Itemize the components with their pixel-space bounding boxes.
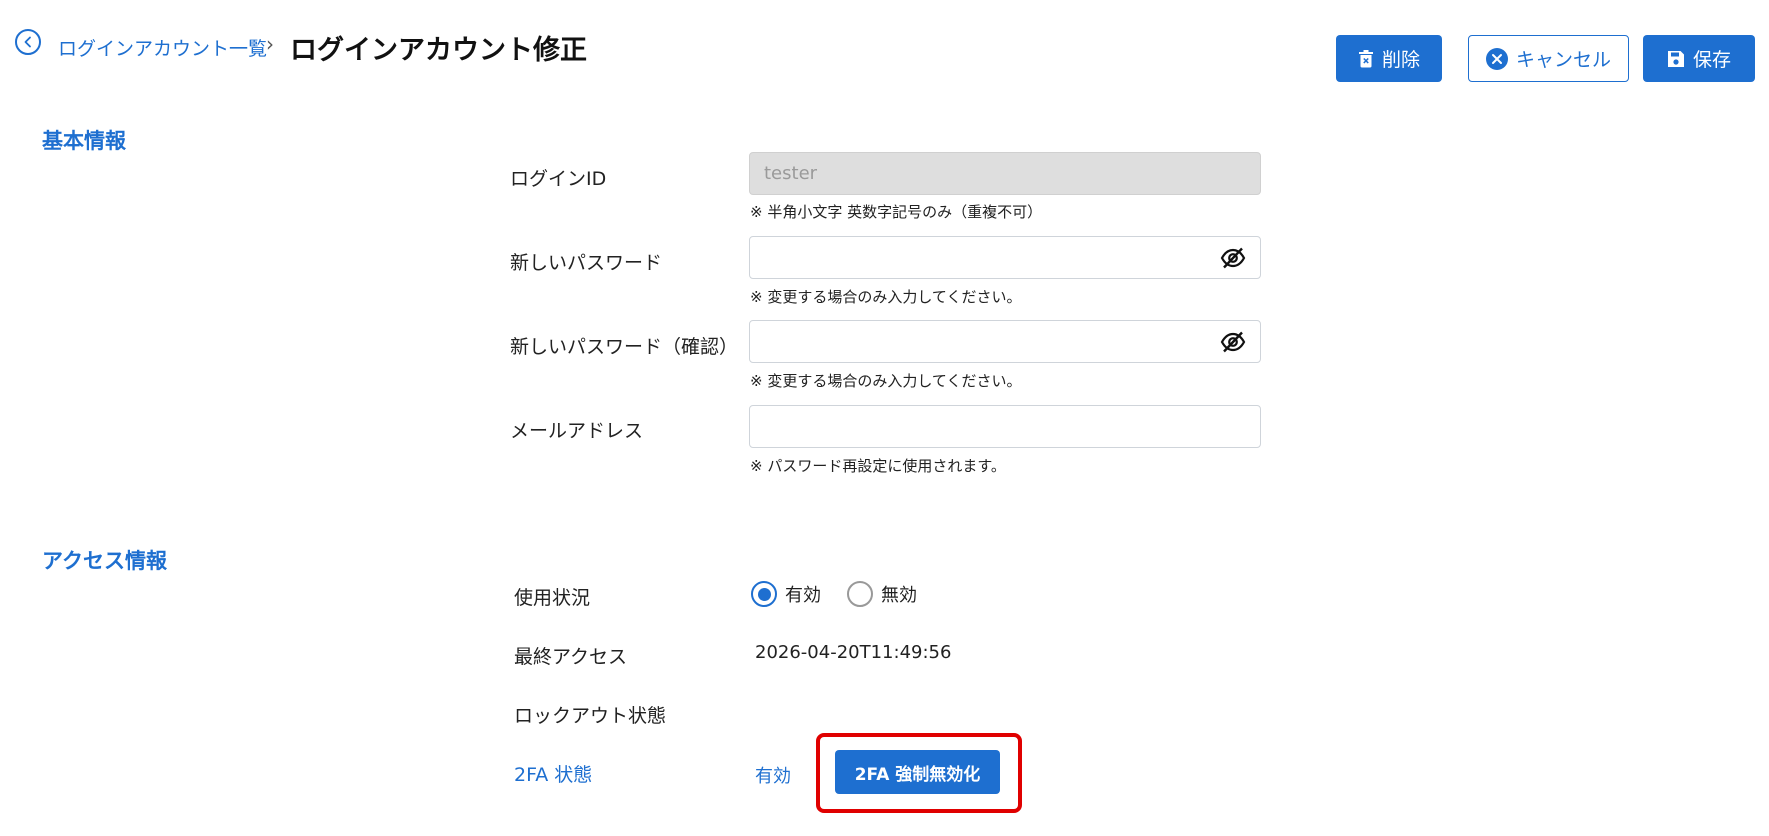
eye-off-icon[interactable] <box>1220 330 1246 354</box>
new-password-label: 新しいパスワード <box>510 252 663 274</box>
cancel-button[interactable]: キャンセル <box>1468 35 1629 82</box>
usage-status-radio-enabled[interactable] <box>751 581 777 607</box>
twofa-status-label: 2FA 状態 <box>514 764 593 786</box>
last-access-value: 2026-04-20T11:49:56 <box>755 642 952 663</box>
email-label: メールアドレス <box>510 420 644 442</box>
email-hint: ※ パスワード再設定に使用されます。 <box>750 457 1006 475</box>
login-id-field: tester <box>749 152 1261 195</box>
eye-off-icon[interactable] <box>1220 246 1246 270</box>
login-account-edit-page: ログインアカウント一覧 › ログインアカウント修正 削除 キャンセル 保存 基本… <box>0 0 1769 836</box>
section-title-access-info: アクセス情報 <box>42 549 167 573</box>
login-id-value: tester <box>764 163 818 184</box>
force-disable-2fa-button[interactable]: 2FA 強制無効化 <box>835 750 1000 794</box>
close-circle-icon <box>1485 47 1508 70</box>
last-access-label: 最終アクセス <box>514 646 628 668</box>
login-id-label: ログインID <box>510 168 607 190</box>
login-id-hint: ※ 半角小文字 英数字記号のみ（重複不可） <box>750 203 1043 221</box>
delete-button[interactable]: 削除 <box>1336 35 1442 82</box>
save-button[interactable]: 保存 <box>1643 35 1755 82</box>
lockout-status-label: ロックアウト状態 <box>514 705 667 727</box>
page-title: ログインアカウント修正 <box>290 35 587 66</box>
usage-status-label: 使用状況 <box>514 587 591 609</box>
breadcrumb-link-account-list[interactable]: ログインアカウント一覧 <box>58 34 267 61</box>
save-button-label: 保存 <box>1692 49 1731 71</box>
usage-status-radio-disabled[interactable] <box>847 581 873 607</box>
usage-status-option-enabled[interactable]: 有効 <box>785 581 821 607</box>
new-password-hint: ※ 変更する場合のみ入力してください。 <box>750 288 1022 306</box>
usage-status-radio-group: 有効 無効 <box>751 581 943 607</box>
usage-status-option-disabled[interactable]: 無効 <box>881 581 917 607</box>
new-password-confirm-label: 新しいパスワード（確認） <box>510 336 739 358</box>
section-title-basic-info: 基本情報 <box>42 129 126 153</box>
back-icon[interactable] <box>15 29 41 55</box>
floppy-disk-icon <box>1667 50 1685 68</box>
breadcrumb-separator: › <box>266 32 274 56</box>
twofa-status-value: 有効 <box>755 766 791 787</box>
email-field[interactable] <box>749 405 1261 448</box>
trash-icon <box>1358 49 1374 68</box>
new-password-confirm-field[interactable] <box>749 320 1261 363</box>
cancel-button-label: キャンセル <box>1515 49 1611 71</box>
chevron-left-icon <box>24 36 31 48</box>
new-password-field[interactable] <box>749 236 1261 279</box>
new-password-confirm-hint: ※ 変更する場合のみ入力してください。 <box>750 372 1022 390</box>
delete-button-label: 削除 <box>1381 49 1420 71</box>
